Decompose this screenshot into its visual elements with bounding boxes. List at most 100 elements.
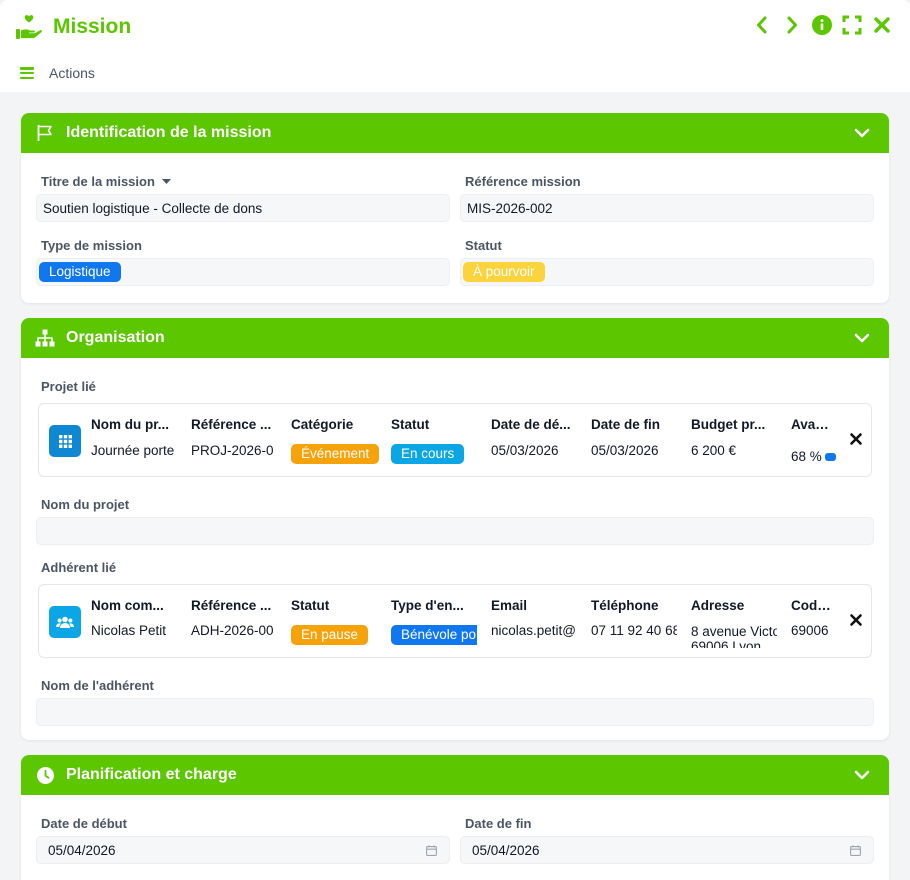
chevron-down-icon[interactable] <box>853 124 871 142</box>
type-label: Type de mission <box>41 238 142 253</box>
fullscreen-button[interactable] <box>842 13 862 37</box>
date-fin-field[interactable]: 05/04/2026 <box>460 836 874 864</box>
reference-field[interactable]: MIS-2026-002 <box>460 194 874 222</box>
nom-projet-field[interactable] <box>36 517 874 545</box>
info-button[interactable] <box>812 13 832 37</box>
project-category-cell: Événement <box>291 444 381 464</box>
caret-down-icon[interactable] <box>161 178 171 185</box>
member-address-cell: 8 avenue Victo 69006 Lyon <box>691 624 777 648</box>
grid-icon <box>49 425 81 457</box>
previous-button[interactable] <box>752 13 772 37</box>
chevron-down-icon[interactable] <box>853 329 871 347</box>
member-reference-cell: ADH-2026-00 <box>191 623 274 638</box>
window-actions <box>752 13 892 37</box>
project-col-header: Statut <box>391 417 430 432</box>
project-col-header: Catégorie <box>291 417 354 432</box>
member-status-cell: En pause <box>291 625 381 645</box>
hamburger-icon <box>20 67 34 79</box>
organisation-header[interactable]: Organisation <box>21 318 889 358</box>
member-type-badge: Bénévole po <box>391 625 477 645</box>
member-col-header: Code p <box>791 598 836 613</box>
planification-card: Planification et charge Date de début 05… <box>21 755 889 880</box>
chevron-left-icon <box>757 16 767 34</box>
reference-label: Référence mission <box>465 174 581 189</box>
project-col-header: Référence ... <box>191 417 272 432</box>
project-start-cell: 05/03/2026 <box>491 443 559 458</box>
hand-heart-icon <box>16 15 42 39</box>
organisation-card: Organisation Projet lié Nom du pr... Réf… <box>21 318 889 740</box>
identification-card: Identification de la mission Titre de la… <box>21 113 889 303</box>
member-postal-cell: 69006 <box>791 623 829 638</box>
member-col-header: Nom com... <box>91 598 164 613</box>
member-col-header: Type d'en... <box>391 598 464 613</box>
progress-bar <box>824 452 836 461</box>
member-phone-cell: 07 11 92 40 68 <box>591 623 677 638</box>
member-col-header: Adresse <box>691 598 745 613</box>
info-icon <box>812 15 832 35</box>
category-badge: Événement <box>291 444 380 464</box>
date-debut-label: Date de début <box>41 816 127 831</box>
actions-menu-label: Actions <box>49 65 95 81</box>
calendar-icon[interactable] <box>850 845 861 856</box>
app-header: Mission <box>14 12 131 42</box>
project-reference-cell: PROJ-2026-0 <box>191 443 274 458</box>
mission-window: Mission Actions Identification de la mis… <box>0 0 910 880</box>
member-type-cell: Bénévole po <box>391 625 477 645</box>
project-status-badge: En cours <box>391 444 465 464</box>
identification-title: Identification de la mission <box>66 124 272 141</box>
projet-label: Projet lié <box>41 379 96 394</box>
chevron-down-icon[interactable] <box>853 766 871 784</box>
sitemap-icon <box>35 328 55 348</box>
date-fin-value: 05/04/2026 <box>472 842 540 858</box>
clock-icon <box>35 765 55 785</box>
member-col-header: Email <box>491 598 528 613</box>
project-status-cell: En cours <box>391 444 481 464</box>
date-debut-field[interactable]: 05/04/2026 <box>36 836 450 864</box>
actions-menu[interactable]: Actions <box>20 65 95 81</box>
organisation-title: Organisation <box>66 329 165 346</box>
expand-icon <box>842 15 862 35</box>
titre-label-row: Titre de la mission <box>41 174 171 189</box>
close-icon <box>874 17 890 33</box>
nom-adherent-field[interactable] <box>36 698 874 726</box>
calendar-icon[interactable] <box>426 845 437 856</box>
planification-header[interactable]: Planification et charge <box>21 755 889 795</box>
titre-field[interactable]: Soutien logistique - Collecte de dons <box>36 194 450 222</box>
adherent-label: Adhérent lié <box>41 560 117 575</box>
statut-label: Statut <box>465 238 502 253</box>
date-debut-value: 05/04/2026 <box>48 842 116 858</box>
member-col-header: Téléphone <box>591 598 659 613</box>
remove-icon[interactable] <box>849 613 863 627</box>
titre-label: Titre de la mission <box>41 174 155 189</box>
nom-adherent-label: Nom de l'adhérent <box>41 678 154 693</box>
member-status-badge: En pause <box>291 625 369 645</box>
flag-icon <box>35 123 55 143</box>
project-end-cell: 05/03/2026 <box>591 443 659 458</box>
member-col-header: Statut <box>291 598 330 613</box>
project-col-header: Nom du pr... <box>91 417 170 432</box>
top-bar: Mission Actions <box>0 0 910 92</box>
project-col-header: Avance <box>791 417 836 432</box>
statut-field[interactable]: À pourvoir <box>460 258 874 286</box>
remove-icon[interactable] <box>849 432 863 446</box>
linked-member-card[interactable]: Nom com... Référence ... Statut Type d'e… <box>38 584 872 658</box>
users-icon <box>49 606 81 638</box>
statut-badge: À pourvoir <box>463 262 545 282</box>
titre-value: Soutien logistique - Collecte de dons <box>43 200 263 216</box>
project-progress-cell: 68 % <box>791 449 836 464</box>
project-name-cell: Journée porte <box>91 443 175 458</box>
identification-header[interactable]: Identification de la mission <box>21 113 889 153</box>
linked-project-card[interactable]: Nom du pr... Référence ... Catégorie Sta… <box>38 403 872 477</box>
nom-projet-label: Nom du projet <box>41 497 130 512</box>
address-line: 69006 Lyon <box>691 639 762 648</box>
member-email-cell: nicolas.petit@ <box>491 623 576 638</box>
member-col-header: Référence ... <box>191 598 272 613</box>
close-button[interactable] <box>872 13 892 37</box>
next-button[interactable] <box>782 13 802 37</box>
type-field[interactable]: Logistique <box>36 258 450 286</box>
reference-value: MIS-2026-002 <box>467 200 553 216</box>
address-line: 8 avenue Victo <box>691 624 777 639</box>
type-badge: Logistique <box>39 262 121 282</box>
date-fin-label: Date de fin <box>465 816 532 831</box>
project-budget-cell: 6 200 € <box>691 443 737 458</box>
